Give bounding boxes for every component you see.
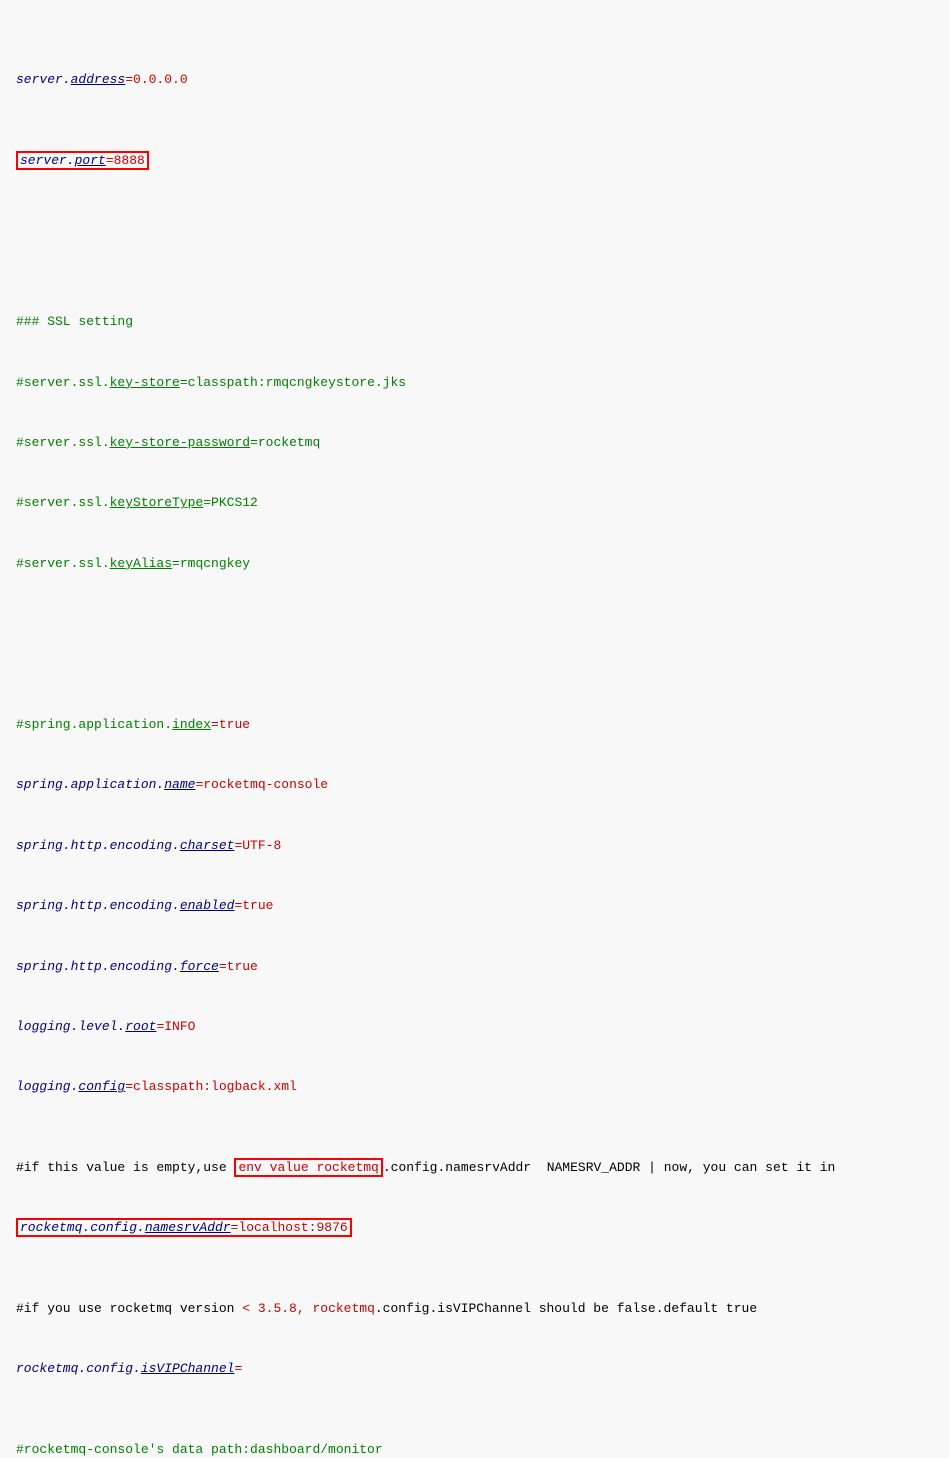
box-namesrv-addr: rocketmq.config.namesrvAddr=localhost:98…: [16, 1218, 352, 1237]
line-logging-level: logging.level.root=INFO: [16, 1017, 933, 1037]
line-vip-channel: rocketmq.config.isVIPChannel=: [16, 1359, 933, 1379]
line-ssl-keyalias: #server.ssl.keyAlias=rmqcngkey: [16, 554, 933, 574]
line-spring-name: spring.application.name=rocketmq-console: [16, 775, 933, 795]
line-ssl-keystore: #server.ssl.key-store=classpath:rmqcngke…: [16, 373, 933, 393]
val-address: =0.0.0.0: [125, 72, 187, 87]
line-namesrv-comment: #if this value is empty,use env value ro…: [16, 1158, 933, 1178]
box-port: server.port=8888: [16, 151, 149, 170]
line-datapath-comment: #rocketmq-console's data path:dashboard/…: [16, 1440, 933, 1458]
line-namesrv-addr: rocketmq.config.namesrvAddr=localhost:98…: [16, 1218, 933, 1238]
code-editor: server.address=0.0.0.0 server.port=8888 …: [16, 10, 933, 1458]
blank-2: [16, 634, 933, 654]
line-spring-index: #spring.application.index=true: [16, 715, 933, 735]
line-logging-config: logging.config=classpath:logback.xml: [16, 1077, 933, 1097]
key-server: server.address: [16, 72, 125, 87]
line-spring-enabled: spring.http.encoding.enabled=true: [16, 896, 933, 916]
line-vip-comment: #if you use rocketmq version < 3.5.8, ro…: [16, 1299, 933, 1319]
line-ssl-keystoretype: #server.ssl.keyStoreType=PKCS12: [16, 493, 933, 513]
line-spring-charset: spring.http.encoding.charset=UTF-8: [16, 836, 933, 856]
line-ssl-comment: ### SSL setting: [16, 312, 933, 332]
line-spring-force: spring.http.encoding.force=true: [16, 957, 933, 977]
line-ssl-password: #server.ssl.key-store-password=rocketmq: [16, 433, 933, 453]
blank-1: [16, 232, 933, 252]
line-server-port: server.port=8888: [16, 151, 933, 171]
box-namesrv-comment: env value rocketmq: [234, 1158, 382, 1177]
line-server-address: server.address=0.0.0.0: [16, 70, 933, 90]
